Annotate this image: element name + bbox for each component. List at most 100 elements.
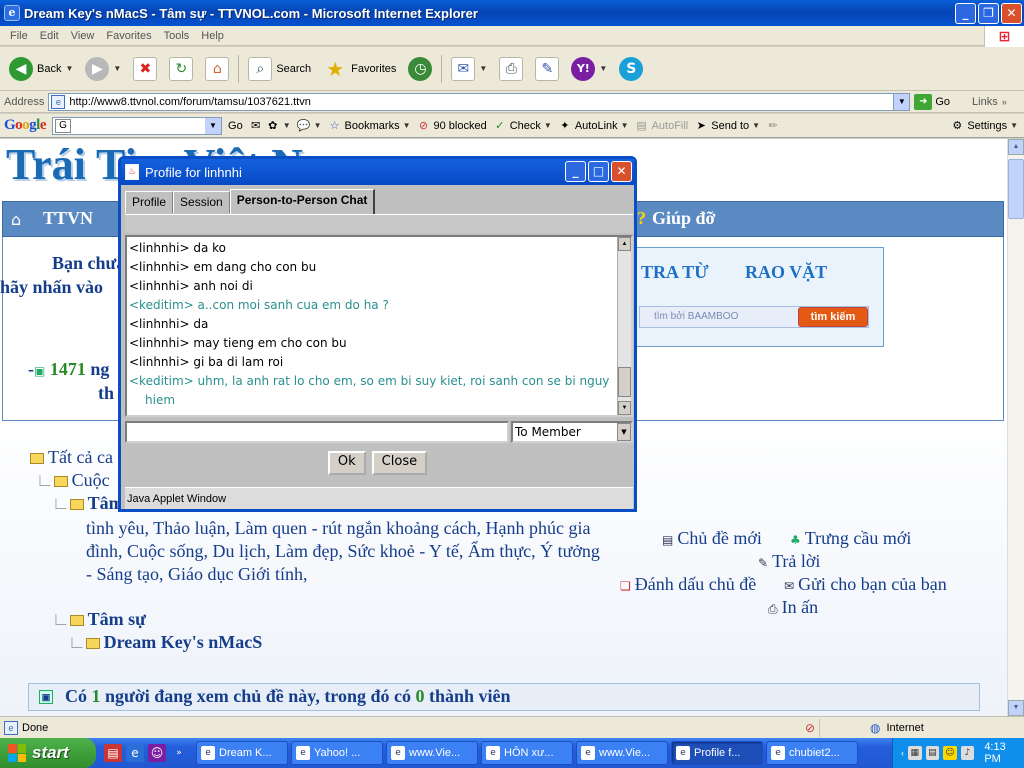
stop-button[interactable]: ✖ xyxy=(130,56,160,81)
close-window-button[interactable]: ✕ xyxy=(1001,3,1022,24)
tab-session[interactable]: Session xyxy=(173,191,230,213)
ie-quick-launch-icon[interactable]: e xyxy=(126,744,144,762)
tree-all-categories[interactable]: Tất cả ca xyxy=(30,447,113,468)
tree-tamsu[interactable]: ∟ Tâm sự xyxy=(52,609,146,630)
taskbar-button[interactable]: e Yahoo! ... xyxy=(291,741,383,765)
back-button[interactable]: ◀ Back ▼ xyxy=(6,56,76,81)
quick-launch-app-icon[interactable]: ▤ xyxy=(104,744,122,762)
send-to-button[interactable]: ➤ Send to ▼ xyxy=(694,119,760,133)
baamboo-search[interactable]: tìm bởi BAAMBOO tìm kiếm xyxy=(639,306,869,328)
menu-help[interactable]: Help xyxy=(195,30,230,42)
links-button[interactable]: Links xyxy=(972,96,998,108)
menu-edit[interactable]: Edit xyxy=(34,30,65,42)
messenger-button[interactable]: S xyxy=(616,56,646,81)
tray-network-icon[interactable]: ▦ xyxy=(908,746,922,760)
tray-messenger-icon[interactable]: ☺ xyxy=(943,746,957,760)
highlight-button[interactable]: ✏ xyxy=(766,119,780,133)
recipient-select[interactable]: To Member ▼ xyxy=(511,421,633,443)
bookmark-topic-link[interactable]: ❏ Đánh dấu chủ đề xyxy=(620,574,756,595)
messenger-quick-launch-icon[interactable]: ☺ xyxy=(148,744,166,762)
chat-scrollbar[interactable]: ▲ ▼ xyxy=(617,237,631,415)
tray-expand-icon[interactable]: ‹ xyxy=(901,748,904,758)
start-button[interactable]: start xyxy=(0,738,96,768)
search-button[interactable]: ⌕ Search xyxy=(245,56,314,81)
send-friend-link[interactable]: ✉ Gửi cho bạn của bạn xyxy=(784,574,947,595)
minimize-button[interactable]: _ xyxy=(955,3,976,24)
google-translate-button[interactable]: 💬 ▼ xyxy=(297,119,322,133)
google-search-input[interactable]: G ▼ xyxy=(52,116,223,135)
google-logo[interactable]: Google xyxy=(4,117,47,134)
tree-tam[interactable]: ∟ Tâm xyxy=(52,493,124,514)
mail-dropdown-icon[interactable]: ▼ xyxy=(479,64,487,73)
forward-button[interactable]: ▶ ▼ xyxy=(82,56,124,81)
scroll-down-icon[interactable]: ▼ xyxy=(1008,700,1024,716)
new-topic-link[interactable]: ▤ Chủ đề mới xyxy=(662,528,762,549)
google-search-dropdown-icon[interactable]: ▼ xyxy=(205,117,222,134)
menu-favorites[interactable]: Favorites xyxy=(100,30,157,42)
clock[interactable]: 4:13 PM xyxy=(984,741,1024,765)
dialog-maximize-button[interactable]: □ xyxy=(588,161,609,182)
menu-tools[interactable]: Tools xyxy=(158,30,196,42)
dialog-close-button[interactable]: ✕ xyxy=(611,161,632,182)
address-dropdown-icon[interactable]: ▼ xyxy=(893,93,910,110)
taskbar-button[interactable]: e www.Vie... xyxy=(386,741,478,765)
quick-launch-chevron-icon[interactable]: » xyxy=(170,744,188,762)
tab-profile[interactable]: Profile xyxy=(125,191,174,213)
yahoo-dropdown-icon[interactable]: ▼ xyxy=(599,64,607,73)
tray-app-icon[interactable]: ▤ xyxy=(925,746,940,760)
menu-file[interactable]: File xyxy=(4,30,34,42)
history-button[interactable]: ◷ xyxy=(405,56,435,81)
go-button[interactable]: ➜ Go xyxy=(914,93,950,110)
tab-person-to-person-chat[interactable]: Person-to-Person Chat xyxy=(229,189,376,214)
privacy-icon[interactable]: ⊘ xyxy=(805,721,815,735)
autofill-button[interactable]: ▤ AutoFill xyxy=(635,119,688,133)
nav-help-link[interactable]: ? Giúp đỡ xyxy=(637,208,716,229)
reply-link[interactable]: ✎ Trả lời xyxy=(758,551,820,572)
links-chevron-icon[interactable]: » xyxy=(1002,97,1007,107)
back-dropdown-icon[interactable]: ▼ xyxy=(65,64,73,73)
chat-scroll-up-icon[interactable]: ▲ xyxy=(618,237,631,251)
chat-scroll-thumb[interactable] xyxy=(618,367,631,397)
home-nav-icon[interactable]: ⌂ xyxy=(11,210,31,229)
taskbar-button[interactable]: e chubiet2... xyxy=(766,741,858,765)
restore-button[interactable]: ❐ xyxy=(978,3,999,24)
bookmarks-button[interactable]: ☆ Bookmarks ▼ xyxy=(328,119,411,133)
favorites-button[interactable]: ★ Favorites xyxy=(320,57,399,81)
settings-button[interactable]: ⚙ Settings ▼ xyxy=(950,119,1018,133)
page-scrollbar[interactable]: ▲ ▼ xyxy=(1007,139,1024,716)
chat-log[interactable]: <linhnhi> da ko <linhnhi> em dang cho con… xyxy=(125,235,633,417)
taskbar-button[interactable]: e HÔN xư... xyxy=(481,741,573,765)
nav-ttvn-link[interactable]: TTVN xyxy=(43,208,93,229)
forward-dropdown-icon[interactable]: ▼ xyxy=(113,64,121,73)
address-input[interactable]: e http://www8.ttvnol.com/forum/tamsu/103… xyxy=(48,92,911,111)
taskbar-button[interactable]: e Dream K... xyxy=(196,741,288,765)
address-url[interactable]: http://www8.ttvnol.com/forum/tamsu/10376… xyxy=(69,96,893,108)
chat-scroll-down-icon[interactable]: ▼ xyxy=(618,401,631,415)
print-link[interactable]: ⎙ In ấn xyxy=(768,597,818,618)
tree-thread[interactable]: ∟ Dream Key's nMacS xyxy=(68,632,262,653)
taskbar-button[interactable]: e www.Vie... xyxy=(576,741,668,765)
refresh-button[interactable]: ↻ xyxy=(166,56,196,81)
popup-blocker-button[interactable]: ⊘ 90 blocked xyxy=(417,119,487,133)
google-go-button[interactable]: Go xyxy=(228,120,243,132)
taskbar-button[interactable]: e Profile f... xyxy=(671,741,763,765)
menu-view[interactable]: View xyxy=(65,30,101,42)
dialog-title-bar[interactable]: ♨ Profile for linhnhi _ □ ✕ xyxy=(121,159,634,185)
message-input[interactable] xyxy=(125,421,509,443)
tratu-link[interactable]: TRA TỪ xyxy=(641,262,709,283)
scroll-up-icon[interactable]: ▲ xyxy=(1008,139,1024,155)
raovat-link[interactable]: RAO VẶT xyxy=(745,262,827,283)
ok-button[interactable]: Ok xyxy=(327,451,366,475)
dialog-minimize-button[interactable]: _ xyxy=(565,161,586,182)
scroll-thumb[interactable] xyxy=(1008,159,1024,219)
google-extra-button[interactable]: ✉ ✿ ▼ xyxy=(249,119,291,133)
print-button[interactable]: ⎙ xyxy=(496,56,526,81)
tray-volume-icon[interactable]: ♪ xyxy=(960,746,975,760)
recipient-dropdown-icon[interactable]: ▼ xyxy=(617,423,631,441)
mail-button[interactable]: ✉ ▼ xyxy=(448,56,490,81)
timkiem-button[interactable]: tìm kiếm xyxy=(798,307,868,327)
close-button[interactable]: Close xyxy=(371,451,428,475)
tree-cuoc[interactable]: ∟ Cuộc xyxy=(36,470,110,491)
yahoo-button[interactable]: Y! ▼ xyxy=(568,56,610,81)
edit-button[interactable]: ✎ xyxy=(532,56,562,81)
